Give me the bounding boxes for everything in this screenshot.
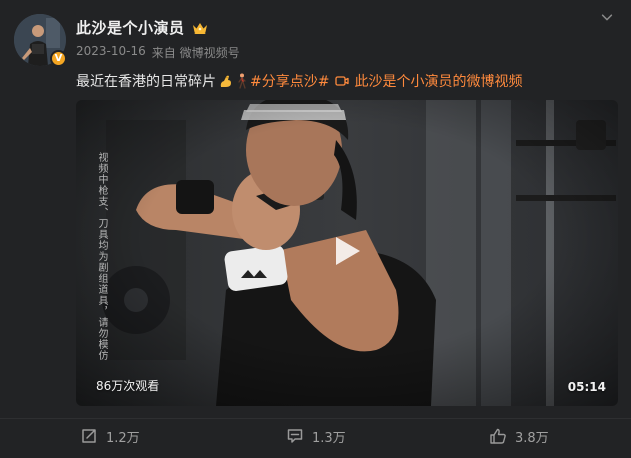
username-row: 此沙是个小演员 <box>76 17 209 38</box>
video-player[interactable]: 视频中枪支、刀具均为剧组道具，请勿模仿 86万次观看 05:14 <box>76 100 618 406</box>
like-count: 3.8万 <box>515 430 549 446</box>
comment-icon <box>286 427 304 445</box>
post-date[interactable]: 2023-10-16 <box>76 44 146 61</box>
video-source-label: 此沙是个小演员的微博视频 <box>354 74 523 90</box>
post-body: 最近在香港的日常碎片 <box>76 74 216 90</box>
video-disclaimer: 视频中枪支、刀具均为剧组道具，请勿模仿 <box>96 152 107 361</box>
crown-icon <box>191 21 209 35</box>
menu-button[interactable] <box>599 10 615 26</box>
video-camera-icon <box>335 75 350 87</box>
view-count: 86万次观看 <box>96 379 160 393</box>
play-icon <box>328 233 364 273</box>
thumbs-up-icon <box>489 427 507 445</box>
video-duration: 05:14 <box>567 380 606 394</box>
divider <box>0 418 631 419</box>
share-button[interactable]: 1.2万 <box>80 426 140 446</box>
share-icon <box>80 427 98 445</box>
play-button[interactable] <box>328 235 364 271</box>
weibo-post-card: V 此沙是个小演员 2023-10-16 来自 微博视频号 最近在香港的日常碎片 <box>0 0 631 458</box>
hashtag-link[interactable]: #分享点沙# <box>250 71 329 91</box>
chevron-down-icon <box>600 9 614 28</box>
post-meta: 2023-10-16 来自 微博视频号 <box>76 44 240 61</box>
walking-person-emoji-icon <box>236 73 248 89</box>
flexed-arm-emoji-icon <box>218 73 234 89</box>
video-source-link[interactable]: 此沙是个小演员的微博视频 <box>335 71 522 91</box>
post-source: 来自 微博视频号 <box>151 46 240 60</box>
comment-button[interactable]: 1.3万 <box>286 426 346 446</box>
like-button[interactable]: 3.8万 <box>489 426 549 446</box>
share-count: 1.2万 <box>106 430 140 446</box>
verified-v-icon: V <box>50 50 67 67</box>
username[interactable]: 此沙是个小演员 <box>76 17 185 38</box>
comment-count: 1.3万 <box>312 430 346 446</box>
post-text: 最近在香港的日常碎片 #分享点沙# 此沙是个小演员的微博视频 <box>76 71 522 91</box>
